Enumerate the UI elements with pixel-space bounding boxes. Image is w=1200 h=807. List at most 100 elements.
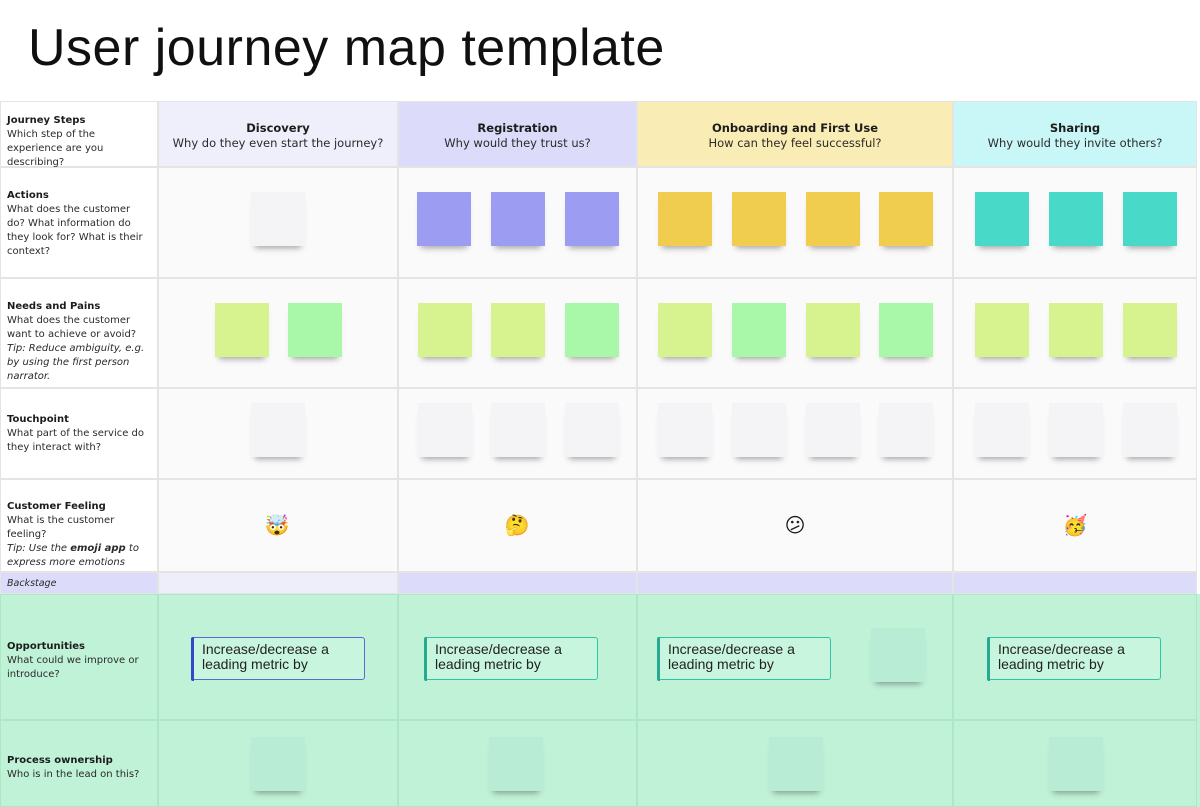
page-title: User journey map template <box>28 19 665 77</box>
sticky-note[interactable] <box>1123 303 1177 357</box>
stage-title: Discovery <box>246 121 310 135</box>
sticky-note[interactable] <box>489 737 543 791</box>
sticky-note[interactable] <box>871 628 925 682</box>
sticky-note[interactable] <box>1123 192 1177 246</box>
metric-card-accent <box>423 636 427 681</box>
sticky-note[interactable] <box>658 303 712 357</box>
metric-card[interactable]: Increase/decrease a leading metric by <box>423 636 598 681</box>
row-desc: What part of the service do they interac… <box>7 428 145 453</box>
sticky-note[interactable] <box>975 303 1029 357</box>
backstage-title: Backstage <box>7 578 57 589</box>
row-desc: What could we improve or introduce? <box>7 655 139 680</box>
row-title: Customer Feeling <box>7 501 106 512</box>
sticky-note[interactable] <box>879 192 933 246</box>
sticky-note[interactable] <box>806 303 860 357</box>
stage-title: Registration <box>477 121 558 135</box>
sticky-note[interactable] <box>418 403 472 457</box>
stage-header-discovery[interactable]: Discovery Why do they even start the jou… <box>158 101 398 167</box>
metric-card-text: Increase/decrease a leading metric by <box>202 641 329 672</box>
sticky-note[interactable] <box>491 403 545 457</box>
backstage-band-discovery <box>158 572 398 594</box>
stage-header-registration[interactable]: Registration Why would they trust us? <box>398 101 637 167</box>
metric-card-accent <box>986 636 990 681</box>
stage-question: How can they feel successful? <box>708 136 882 150</box>
exploding-head-emoji-icon[interactable]: 🤯 <box>264 513 290 537</box>
sticky-note[interactable] <box>975 192 1029 246</box>
sticky-note[interactable] <box>732 192 786 246</box>
sticky-note[interactable] <box>565 192 619 246</box>
sticky-note[interactable] <box>565 403 619 457</box>
metric-card[interactable]: Increase/decrease a leading metric by <box>656 636 831 681</box>
sticky-note[interactable] <box>251 737 305 791</box>
sticky-note[interactable] <box>879 403 933 457</box>
row-label-needs: Needs and Pains What does the customer w… <box>0 278 158 388</box>
row-desc: What does the customer do? What informat… <box>7 204 143 257</box>
row-title: Opportunities <box>7 641 86 652</box>
thinking-face-emoji-icon[interactable]: 🤔 <box>504 513 530 537</box>
sticky-note[interactable] <box>215 303 269 357</box>
stage-title: Onboarding and First Use <box>711 121 879 135</box>
row-title: Process ownership <box>7 755 113 766</box>
sticky-note[interactable] <box>251 192 305 246</box>
sticky-note[interactable] <box>1049 192 1103 246</box>
stage-question: Why do they even start the journey? <box>172 136 384 150</box>
row-label-feeling: Customer Feeling What is the customer fe… <box>0 479 158 572</box>
row-label-opportunities: Opportunities What could we improve or i… <box>0 594 158 720</box>
metric-card[interactable]: Increase/decrease a leading metric by <box>190 636 365 681</box>
sticky-note[interactable] <box>1049 737 1103 791</box>
stage-header-sharing[interactable]: Sharing Why would they invite others? <box>953 101 1197 167</box>
row-tip: Tip: Reduce ambiguity, e.g. by using the… <box>7 343 145 382</box>
backstage-band-registration <box>398 572 637 594</box>
metric-card[interactable]: Increase/decrease a leading metric by <box>986 636 1161 681</box>
row-title: Actions <box>7 190 49 201</box>
sticky-note[interactable] <box>288 303 342 357</box>
sticky-note[interactable] <box>732 403 786 457</box>
metric-card-accent <box>190 636 194 681</box>
stage-question: Why would they trust us? <box>444 136 591 150</box>
metric-card-text: Increase/decrease a leading metric by <box>435 641 562 672</box>
cell-needs-discovery[interactable] <box>158 278 398 388</box>
stage-header-onboarding[interactable]: Onboarding and First Use How can they fe… <box>637 101 953 167</box>
sticky-note[interactable] <box>491 303 545 357</box>
sticky-note[interactable] <box>975 403 1029 457</box>
journey-steps-title: Journey Steps <box>7 115 86 126</box>
row-label-backstage: Backstage <box>0 572 158 594</box>
metric-card-text: Increase/decrease a leading metric by <box>998 641 1125 672</box>
sticky-note[interactable] <box>1049 403 1103 457</box>
backstage-band-sharing <box>953 572 1197 594</box>
backstage-band-onboarding <box>637 572 953 594</box>
metric-card-accent <box>656 636 660 681</box>
journey-map-board: Journey Steps Which step of the experien… <box>0 101 1200 807</box>
stage-question: Why would they invite others? <box>987 136 1163 150</box>
partying-face-emoji-icon[interactable]: 🥳 <box>1062 513 1088 537</box>
row-label-actions: Actions What does the customer do? What … <box>0 167 158 278</box>
sticky-note[interactable] <box>565 303 619 357</box>
tip-prefix: Tip: Use the <box>7 543 71 554</box>
sticky-note[interactable] <box>879 303 933 357</box>
emoji-app-link[interactable]: emoji app <box>70 543 125 554</box>
row-label-ownership: Process ownership Who is in the lead on … <box>0 720 158 807</box>
sticky-note[interactable] <box>732 303 786 357</box>
sticky-note[interactable] <box>658 403 712 457</box>
metric-card-text: Increase/decrease a leading metric by <box>668 641 795 672</box>
row-desc: What is the customer feeling? <box>7 515 115 540</box>
stage-title: Sharing <box>1049 121 1101 135</box>
sticky-note[interactable] <box>1049 303 1103 357</box>
sticky-note[interactable] <box>806 192 860 246</box>
row-title: Needs and Pains <box>7 301 101 312</box>
sticky-note[interactable] <box>251 403 305 457</box>
sticky-note[interactable] <box>658 192 712 246</box>
row-label-touchpoint: Touchpoint What part of the service do t… <box>0 388 158 479</box>
confused-face-emoji-icon[interactable]: 😕 <box>782 513 808 537</box>
sticky-note[interactable] <box>418 303 472 357</box>
sticky-note[interactable] <box>806 403 860 457</box>
journey-steps-label: Journey Steps Which step of the experien… <box>0 101 158 168</box>
row-tip: Tip: Use the emoji app to express more e… <box>7 542 151 570</box>
sticky-note[interactable] <box>417 192 471 246</box>
row-desc: Who is in the lead on this? <box>7 769 140 780</box>
sticky-note[interactable] <box>1123 403 1177 457</box>
row-title: Touchpoint <box>7 414 69 425</box>
row-desc: What does the customer want to achieve o… <box>7 315 137 340</box>
sticky-note[interactable] <box>491 192 545 246</box>
sticky-note[interactable] <box>769 737 823 791</box>
